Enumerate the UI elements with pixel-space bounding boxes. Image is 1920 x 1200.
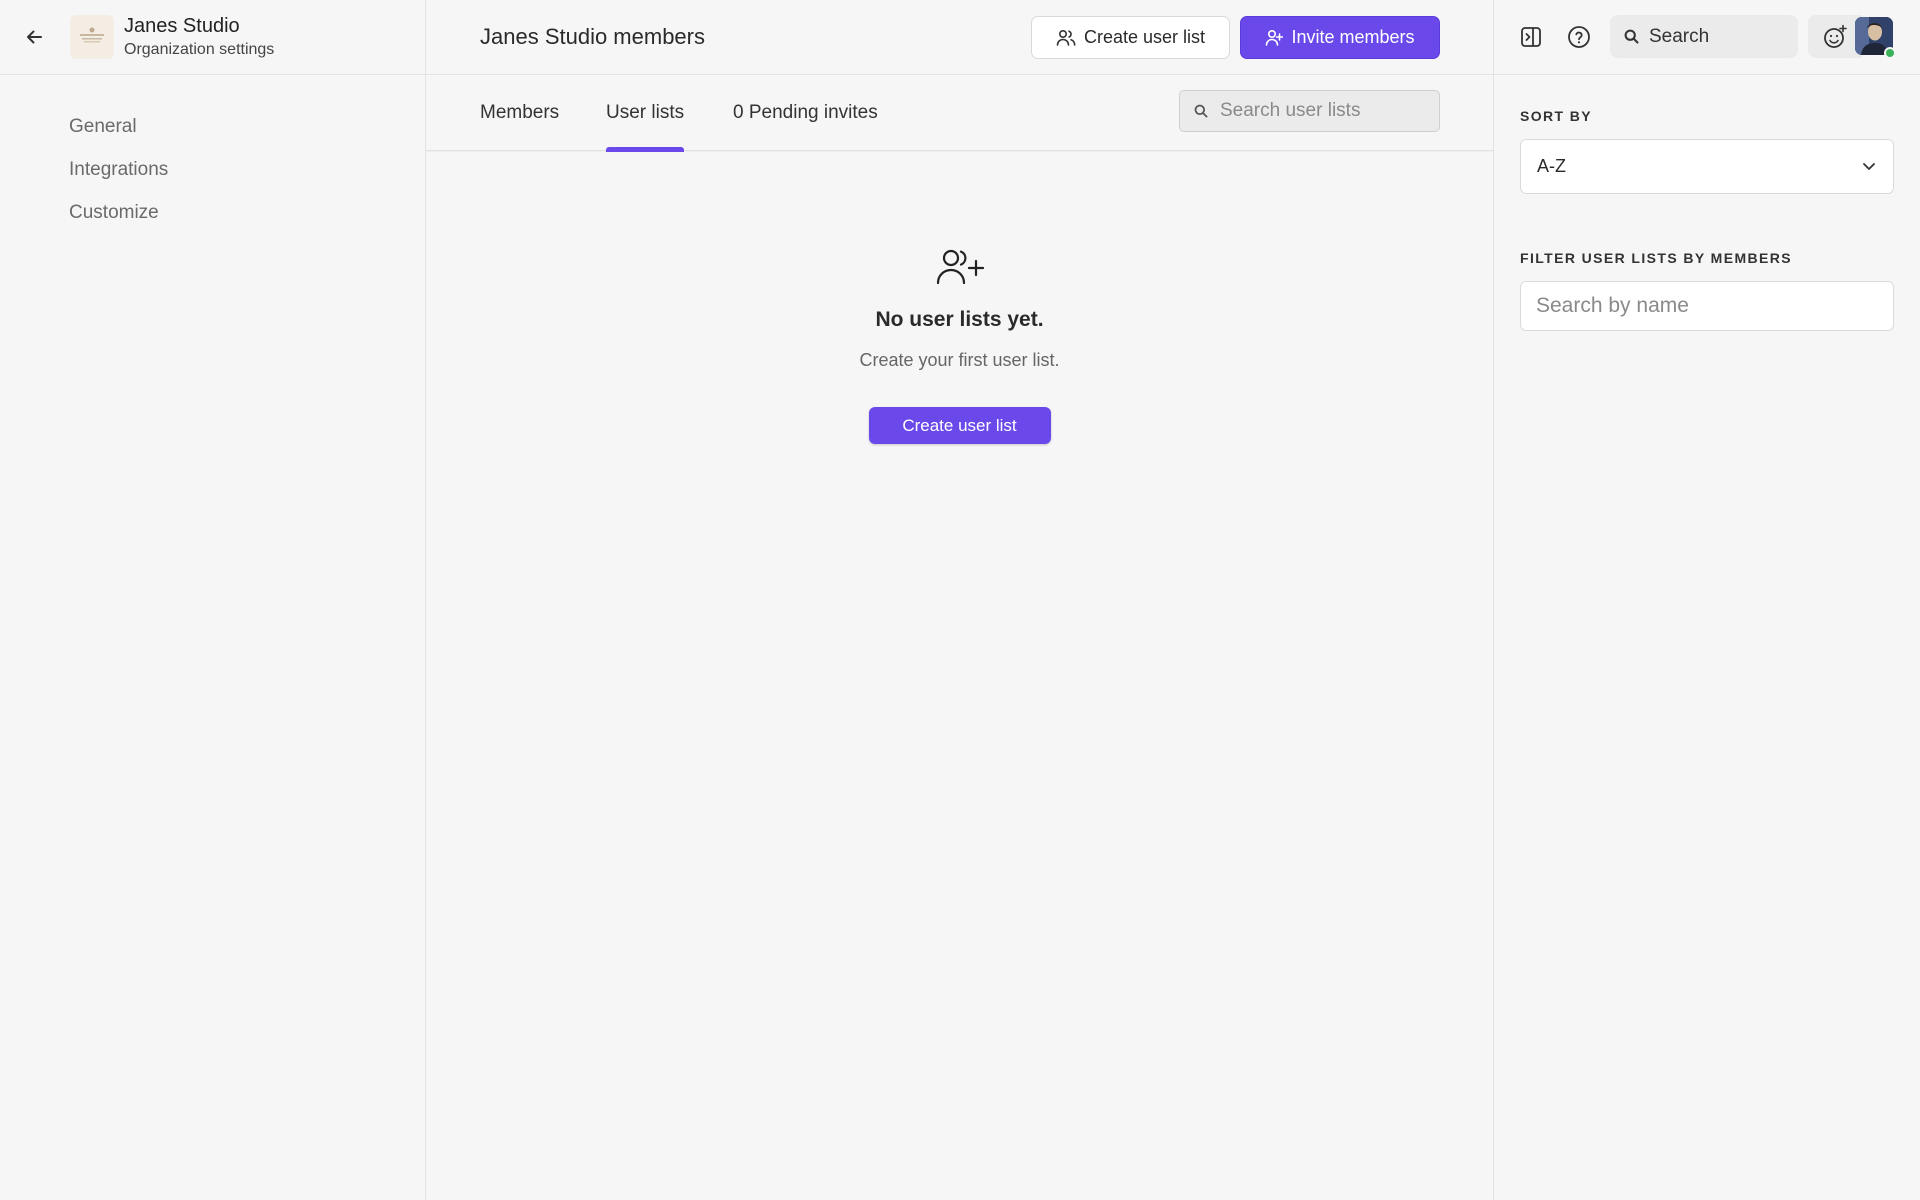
help-icon	[1568, 26, 1590, 48]
create-user-list-button[interactable]: Create user list	[1031, 16, 1230, 59]
org-subtitle: Organization settings	[124, 41, 275, 58]
sort-by-label: SORT BY	[1520, 108, 1593, 124]
sort-select[interactable]: A-Z	[1520, 139, 1894, 194]
nav-item-general[interactable]: General	[69, 105, 425, 148]
tab-members[interactable]: Members	[480, 75, 559, 151]
empty-state-subtitle: Create your first user list.	[859, 350, 1060, 370]
invite-members-label: Invite members	[1291, 27, 1415, 47]
back-button[interactable]	[22, 25, 46, 49]
org-name: Janes Studio	[124, 15, 240, 37]
user-list-search-input[interactable]	[1220, 100, 1420, 122]
filter-panel: Search SORT BY A-Z FILTER USER LISTS BY …	[1494, 0, 1920, 1200]
top-bar: Search	[1494, 0, 1920, 75]
user-plus-icon	[1265, 29, 1284, 47]
search-icon	[1624, 29, 1639, 44]
settings-sidebar: Janes Studio Organization settings Gener…	[0, 0, 426, 1200]
nav-item-customize[interactable]: Customize	[69, 191, 425, 234]
empty-state: No user lists yet. Create your first use…	[426, 248, 1493, 444]
sidebar-toggle-button[interactable]	[1518, 24, 1544, 50]
emoji-add-icon	[1824, 24, 1847, 48]
help-button[interactable]	[1566, 24, 1592, 50]
arrow-left-icon	[27, 30, 42, 44]
nav-item-integrations[interactable]: Integrations	[69, 148, 425, 191]
tabs-bar: Members User lists 0 Pending invites	[426, 75, 1493, 152]
filter-members-label: FILTER USER LISTS BY MEMBERS	[1520, 250, 1793, 266]
tab-user-lists[interactable]: User lists	[606, 75, 685, 152]
main-header: Janes Studio members Create user list In…	[426, 0, 1493, 75]
sidebar-toggle-icon	[1521, 27, 1541, 47]
members-main: Janes Studio members Create user list In…	[426, 0, 1494, 1200]
tab-pending-invites[interactable]: 0 Pending invites	[733, 75, 878, 151]
invite-members-button[interactable]: Invite members	[1240, 16, 1440, 59]
sort-select-value: A-Z	[1537, 156, 1566, 176]
org-logo	[70, 15, 114, 59]
app-window: Janes Studio Organization settings Gener…	[0, 0, 1920, 1200]
page-title: Janes Studio members	[480, 24, 705, 49]
status-emoji-button[interactable]	[1808, 15, 1862, 58]
online-status-dot	[1884, 47, 1896, 59]
sidebar-header: Janes Studio Organization settings	[0, 0, 425, 75]
search-icon	[1194, 104, 1208, 118]
global-search-button[interactable]: Search	[1610, 15, 1798, 58]
users-icon	[1056, 29, 1076, 47]
empty-state-title: No user lists yet.	[875, 308, 1044, 331]
chevron-down-icon	[1863, 163, 1875, 170]
users-plus-icon	[936, 249, 984, 285]
settings-nav: General Integrations Customize	[0, 75, 425, 234]
global-search-label: Search	[1649, 25, 1710, 47]
filter-by-name-input[interactable]	[1520, 281, 1894, 331]
create-user-list-label: Create user list	[1083, 27, 1206, 47]
user-list-search[interactable]	[1179, 90, 1440, 132]
empty-create-user-list-button[interactable]: Create user list	[868, 407, 1051, 444]
